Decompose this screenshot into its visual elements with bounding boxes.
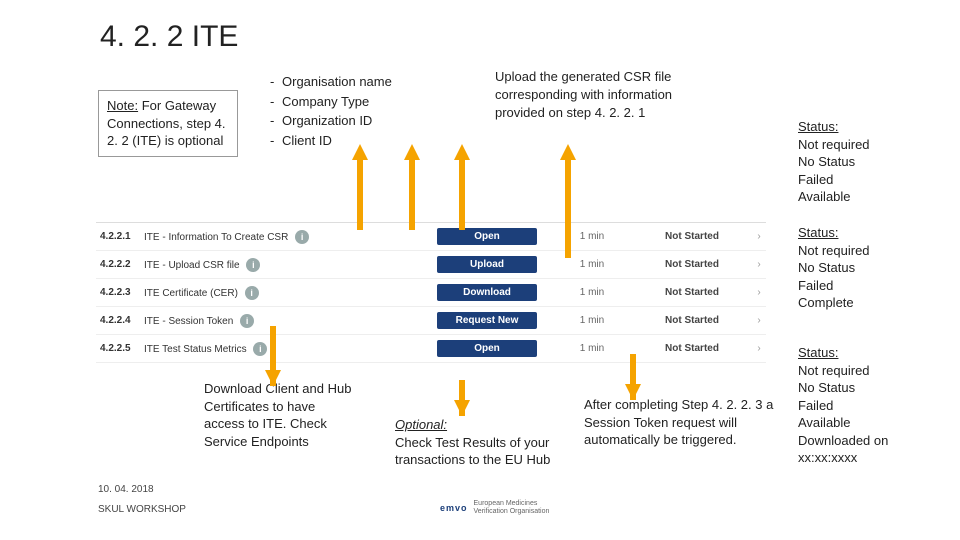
chevron-right-icon[interactable]: › <box>752 259 766 270</box>
status-line: Not required <box>798 136 870 154</box>
arrow-up-icon <box>560 144 576 160</box>
status-badge: Not Started <box>632 315 752 326</box>
note-box: Note: For Gateway Connections, step 4. 2… <box>98 90 238 157</box>
emvo-logo: emvo European Medicines Verification Org… <box>440 500 549 515</box>
status-line: Available <box>798 414 888 432</box>
optional-body: Check Test Results of your transactions … <box>395 435 550 468</box>
status-title: Status: <box>798 344 888 362</box>
request-new-button[interactable]: Request New <box>437 312 537 329</box>
status-badge: Not Started <box>632 231 752 242</box>
logo-mark: emvo <box>440 503 468 513</box>
after-note: After completing Step 4. 2. 2. 3 a Sessi… <box>584 396 784 449</box>
status-line: Failed <box>798 171 870 189</box>
footer-date: 10. 04. 2018 <box>98 484 154 495</box>
table-row: 4.2.2.4 ITE - Session Token i Request Ne… <box>96 307 766 335</box>
status-title: Status: <box>798 224 870 242</box>
bullet-company-type: Company Type <box>282 94 369 109</box>
status-line: Failed <box>798 277 870 295</box>
table-row: 4.2.2.3 ITE Certificate (CER) i Download… <box>96 279 766 307</box>
upload-button[interactable]: Upload <box>437 256 537 273</box>
step-num: 4.2.2.3 <box>96 287 144 298</box>
status-line: No Status <box>798 153 870 171</box>
footer-workshop: SKUL WORKSHOP <box>98 504 186 515</box>
field-bullets: -Organisation name -Company Type -Organi… <box>270 72 392 150</box>
chevron-right-icon[interactable]: › <box>752 315 766 326</box>
table-row: 4.2.2.1 ITE - Information To Create CSR … <box>96 223 766 251</box>
arrow-up-icon <box>454 144 470 160</box>
status-block-2: Status: Not required No Status Failed Co… <box>798 224 870 312</box>
table-row: 4.2.2.5 ITE Test Status Metrics i Open 1… <box>96 335 766 363</box>
step-num: 4.2.2.1 <box>96 231 144 242</box>
step-num: 4.2.2.4 <box>96 315 144 326</box>
status-line: Failed <box>798 397 888 415</box>
status-block-1: Status: Not required No Status Failed Av… <box>798 118 870 206</box>
step-num: 4.2.2.2 <box>96 259 144 270</box>
duration: 1 min <box>552 315 632 326</box>
optional-label: Optional: <box>395 417 447 432</box>
upload-note: Upload the generated CSR file correspond… <box>495 68 675 123</box>
arrow-down-icon <box>454 400 470 416</box>
status-block-3: Status: Not required No Status Failed Av… <box>798 344 888 467</box>
logo-sub2: Verification Organisation <box>474 508 550 516</box>
arrow-down-icon <box>625 384 641 400</box>
status-badge: Not Started <box>632 259 752 270</box>
arrow-up-icon <box>404 144 420 160</box>
status-line: Not required <box>798 362 888 380</box>
status-badge: Not Started <box>632 343 752 354</box>
info-icon[interactable]: i <box>253 342 267 356</box>
duration: 1 min <box>552 231 632 242</box>
chevron-right-icon[interactable]: › <box>752 287 766 298</box>
step-name: ITE Certificate (CER) i <box>144 286 422 300</box>
arrow-down-icon <box>265 370 281 386</box>
download-button[interactable]: Download <box>437 284 537 301</box>
info-icon[interactable]: i <box>295 230 309 244</box>
download-note: Download Client and Hub Certificates to … <box>204 380 354 450</box>
arrow-up-icon <box>352 144 368 160</box>
duration: 1 min <box>552 343 632 354</box>
note-label: Note: <box>107 98 138 113</box>
chevron-right-icon[interactable]: › <box>752 231 766 242</box>
duration: 1 min <box>552 259 632 270</box>
step-num: 4.2.2.5 <box>96 343 144 354</box>
status-line: Downloaded on <box>798 432 888 450</box>
status-line: xx:xx:xxxx <box>798 449 888 467</box>
status-line: No Status <box>798 259 870 277</box>
status-badge: Not Started <box>632 287 752 298</box>
open-button[interactable]: Open <box>437 228 537 245</box>
duration: 1 min <box>552 287 632 298</box>
status-line: Complete <box>798 294 870 312</box>
logo-sub1: European Medicines <box>474 500 550 508</box>
chevron-right-icon[interactable]: › <box>752 343 766 354</box>
info-icon[interactable]: i <box>240 314 254 328</box>
bullet-org-id: Organization ID <box>282 113 372 128</box>
table-row: 4.2.2.2 ITE - Upload CSR file i Upload 1… <box>96 251 766 279</box>
status-line: Available <box>798 188 870 206</box>
bullet-client-id: Client ID <box>282 133 332 148</box>
bullet-org-name: Organisation name <box>282 74 392 89</box>
optional-note: Optional: Check Test Results of your tra… <box>395 416 575 469</box>
page-title: 4. 2. 2 ITE <box>100 20 238 54</box>
step-name: ITE - Information To Create CSR i <box>144 230 422 244</box>
step-name: ITE Test Status Metrics i <box>144 342 422 356</box>
steps-table: 4.2.2.1 ITE - Information To Create CSR … <box>96 222 766 363</box>
status-line: No Status <box>798 379 888 397</box>
step-name: ITE - Session Token i <box>144 314 422 328</box>
open-button[interactable]: Open <box>437 340 537 357</box>
step-name: ITE - Upload CSR file i <box>144 258 422 272</box>
status-line: Not required <box>798 242 870 260</box>
info-icon[interactable]: i <box>245 286 259 300</box>
info-icon[interactable]: i <box>246 258 260 272</box>
status-title: Status: <box>798 118 870 136</box>
